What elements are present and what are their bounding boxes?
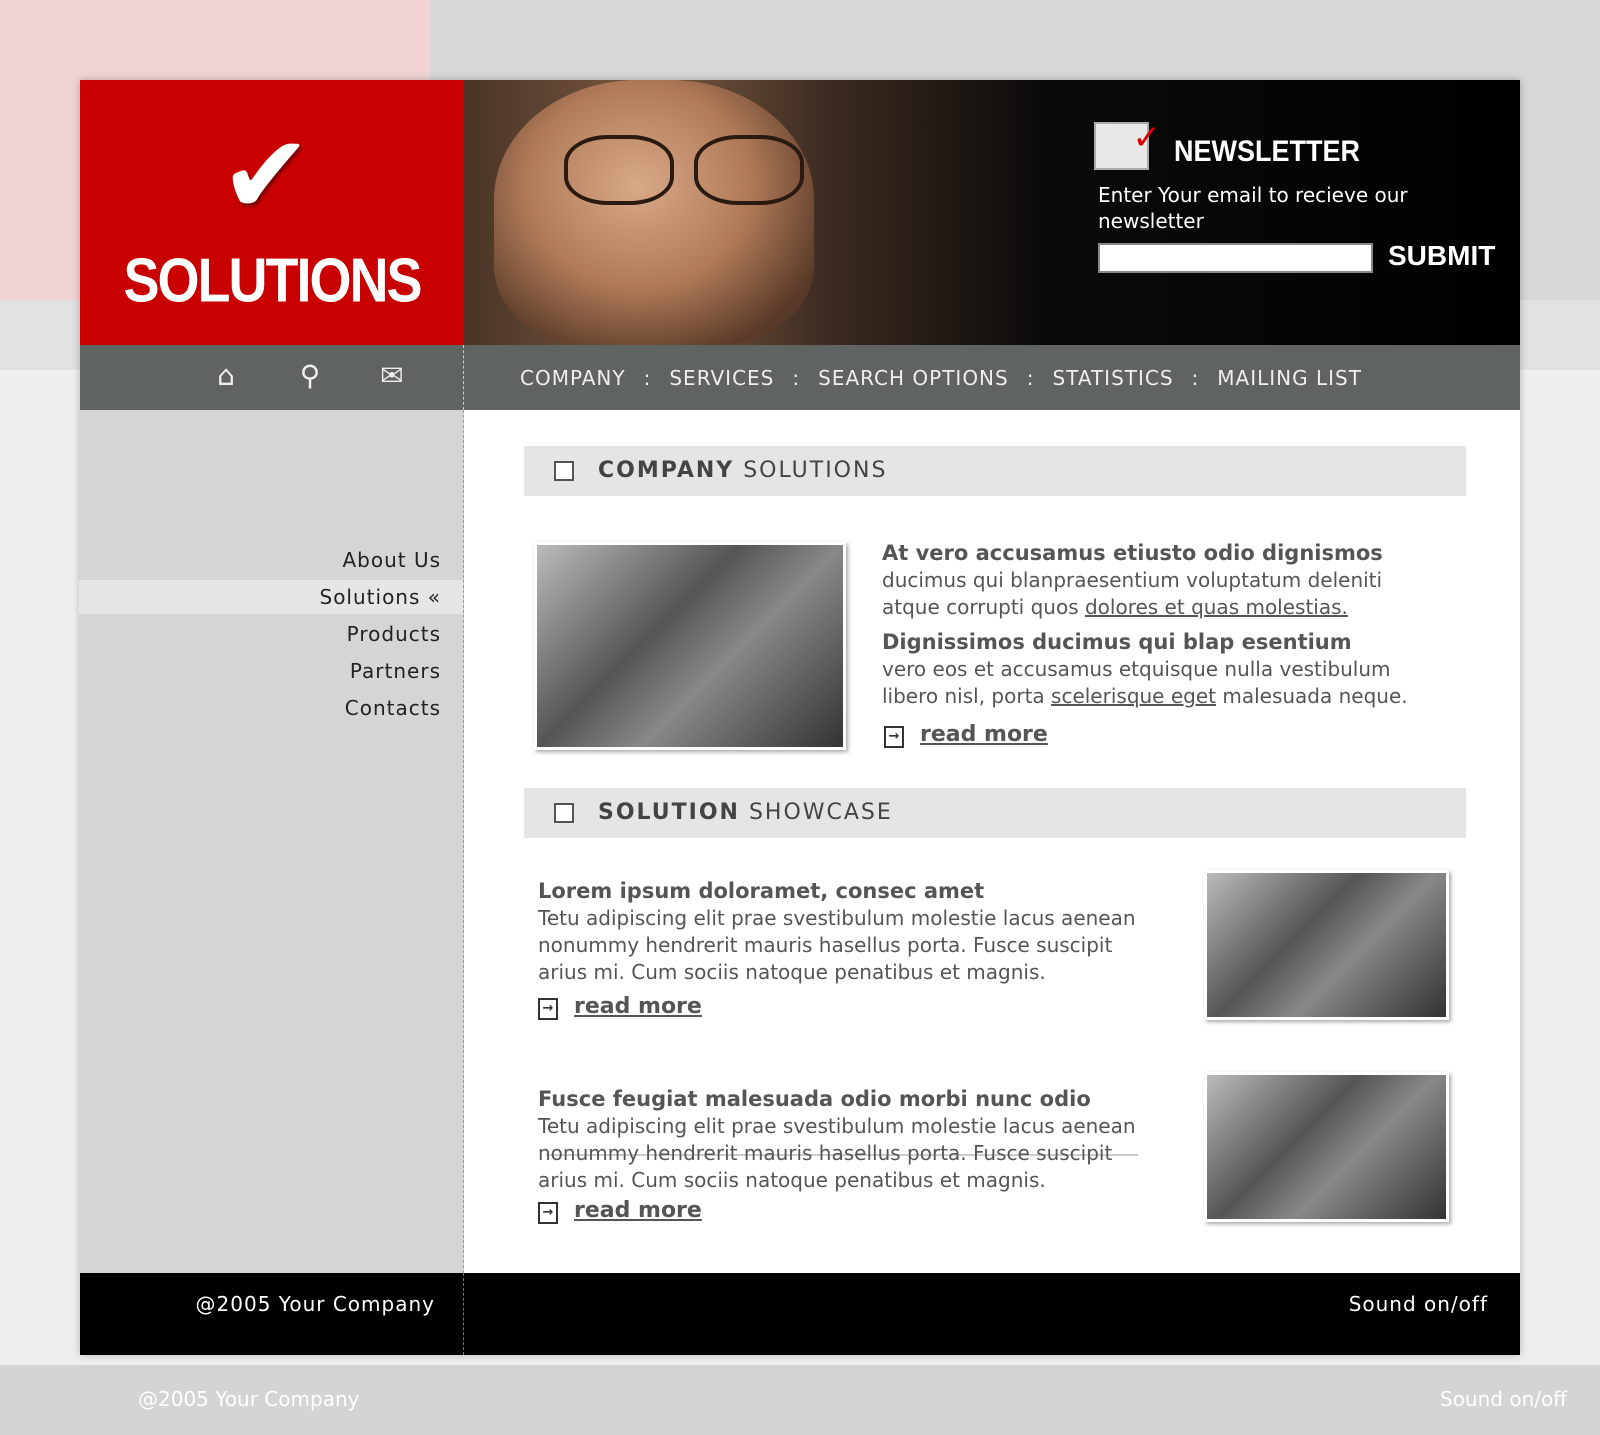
- read-more-label: read more: [574, 1198, 702, 1223]
- hero-banner: NEWSLETTER Enter Your email to recieve o…: [464, 80, 1520, 345]
- newsletter-title: NEWSLETTER: [1174, 134, 1360, 168]
- nav-company[interactable]: COMPANY: [520, 366, 626, 390]
- document-icon: [554, 461, 574, 481]
- arrow-box-icon: →: [884, 726, 904, 748]
- sidebar: About Us Solutions « Products Partners C…: [79, 410, 464, 1273]
- bg-copyright: @2005 Your Company: [138, 1387, 360, 1411]
- showcase-text: Tetu adipiscing elit prae svestibulum mo…: [538, 906, 1136, 984]
- copyright: @2005 Your Company: [80, 1273, 464, 1355]
- section-title-rest: SOLUTIONS: [734, 458, 888, 483]
- page-card: ✔ SOLUTIONS NEWSLETTER Enter Your email …: [79, 80, 1520, 1355]
- mail-icon[interactable]: ✉: [372, 359, 412, 395]
- showcase-title: Fusce feugiat malesuada odio morbi nunc …: [538, 1087, 1091, 1111]
- nav-separator: :: [1026, 365, 1035, 390]
- showcase-item: Fusce feugiat malesuada odio morbi nunc …: [538, 1086, 1158, 1194]
- icon-toolbar: ⌂ ⚲ ✉: [80, 345, 464, 410]
- business-men-photo: [1204, 870, 1449, 1020]
- logo-text: SOLUTIONS: [123, 246, 422, 316]
- p2-end: malesuada neque.: [1216, 684, 1408, 708]
- sidebar-item-solutions[interactable]: Solutions «: [79, 580, 463, 614]
- bg-sound: Sound on/off: [1440, 1387, 1568, 1411]
- section-title-bold: COMPANY: [598, 458, 735, 483]
- logo[interactable]: ✔ SOLUTIONS: [80, 80, 464, 345]
- p2-link[interactable]: scelerisque eget: [1051, 684, 1216, 708]
- search-icon[interactable]: ⚲: [290, 359, 330, 395]
- hero-glasses: [564, 135, 824, 215]
- envelope-icon: [1094, 118, 1161, 170]
- company-heading-1: At vero accusamus etiusto odio dignismos: [882, 541, 1383, 565]
- main-content: COMPANY SOLUTIONS At vero accusamus etiu…: [464, 410, 1520, 1273]
- company-paragraph-2: vero eos et accusamus etquisque nulla ve…: [882, 656, 1442, 710]
- arrow-box-icon: →: [538, 998, 558, 1020]
- company-heading-2: Dignissimos ducimus qui blap esentium: [882, 630, 1352, 654]
- submit-button[interactable]: SUBMIT: [1388, 240, 1495, 272]
- nav-mailing-list[interactable]: MAILING LIST: [1217, 366, 1362, 390]
- sidebar-item-contacts[interactable]: Contacts: [57, 691, 441, 725]
- nav-search-options[interactable]: SEARCH OPTIONS: [818, 366, 1009, 390]
- section-header-solution-showcase: SOLUTION SHOWCASE: [524, 788, 1466, 838]
- nav-separator: :: [792, 365, 801, 390]
- main-nav: COMPANY: SERVICES: SEARCH OPTIONS: STATI…: [464, 345, 1520, 410]
- checkmark-icon: ✔: [220, 111, 313, 239]
- woman-phone-photo: [1204, 1072, 1449, 1222]
- read-more-link[interactable]: → read more: [538, 994, 702, 1020]
- showcase-item: Lorem ipsum doloramet, consec amet Tetu …: [538, 878, 1158, 986]
- nav-separator: :: [1191, 365, 1200, 390]
- read-more-link[interactable]: → read more: [538, 1198, 702, 1224]
- read-more-label: read more: [920, 722, 1048, 747]
- company-paragraph-1: ducimus qui blanpraesentium voluptatum d…: [882, 567, 1442, 621]
- sidebar-item-partners[interactable]: Partners: [57, 654, 441, 688]
- section-title-bold: SOLUTION: [598, 800, 740, 825]
- sound-toggle[interactable]: Sound on/off: [1349, 1273, 1488, 1335]
- newsletter-email-input[interactable]: [1098, 243, 1373, 273]
- arrow-box-icon: →: [538, 1202, 558, 1224]
- footer: @2005 Your Company Sound on/off: [80, 1273, 1520, 1355]
- nav-statistics[interactable]: STATISTICS: [1052, 366, 1173, 390]
- home-icon[interactable]: ⌂: [206, 359, 246, 395]
- document-icon: [554, 803, 574, 823]
- nav-separator: :: [643, 365, 652, 390]
- section-header-company-solutions: COMPANY SOLUTIONS: [524, 446, 1466, 496]
- showcase-text: Tetu adipiscing elit prae svestibulum mo…: [538, 1114, 1136, 1192]
- sidebar-item-about-us[interactable]: About Us: [57, 543, 441, 577]
- sidebar-item-products[interactable]: Products: [57, 617, 441, 651]
- read-more-label: read more: [574, 994, 702, 1019]
- section-title-rest: SHOWCASE: [739, 800, 893, 825]
- p1-link[interactable]: dolores et quas molestias.: [1085, 595, 1348, 619]
- company-text: At vero accusamus etiusto odio dignismos…: [882, 540, 1442, 710]
- nav-services[interactable]: SERVICES: [669, 366, 774, 390]
- background-footer: @2005 Your Company Sound on/off: [0, 1365, 1600, 1435]
- newsletter-text: Enter Your email to recieve our newslett…: [1098, 183, 1408, 233]
- showcase-title: Lorem ipsum doloramet, consec amet: [538, 879, 985, 903]
- team-photo: [534, 542, 846, 750]
- read-more-link[interactable]: → read more: [884, 722, 1048, 748]
